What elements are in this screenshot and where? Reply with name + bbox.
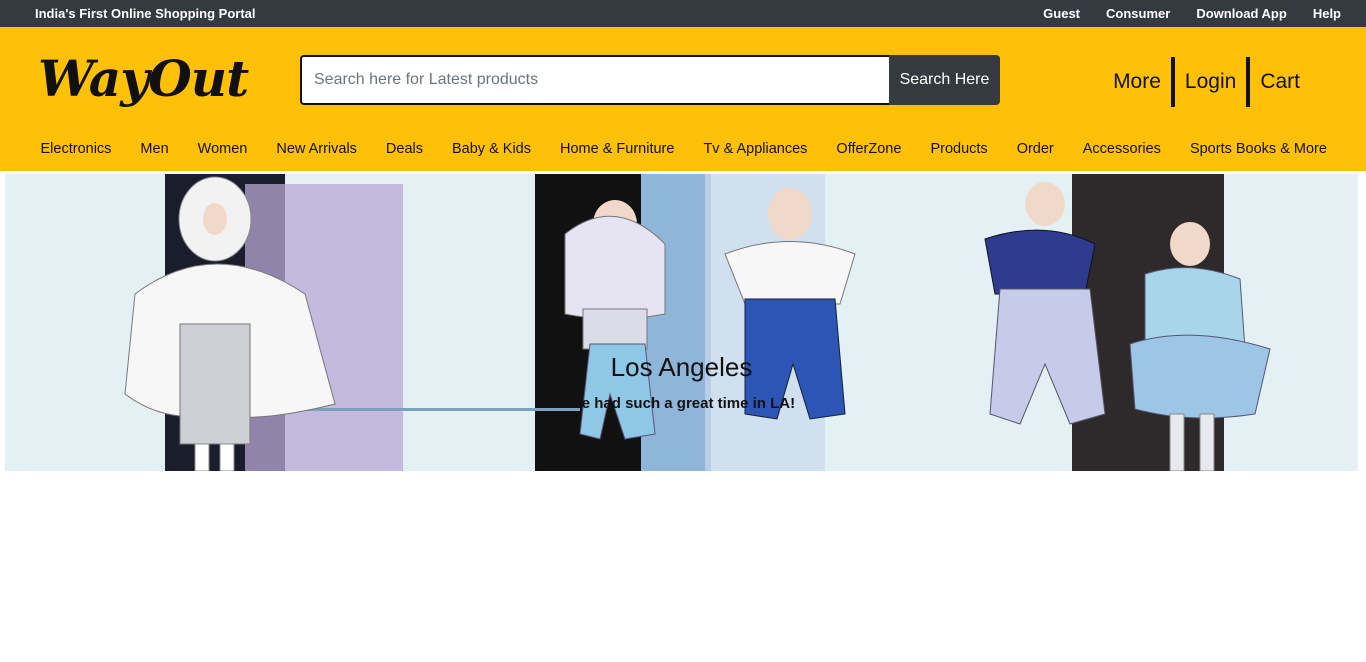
category-nav: Electronics Men Women New Arrivals Deals… <box>26 141 1341 157</box>
fashion-illustration <box>5 174 1358 471</box>
download-app-link[interactable]: Download App <box>1196 6 1287 21</box>
login-link[interactable]: Login <box>1175 70 1246 94</box>
category-men[interactable]: Men <box>126 141 183 157</box>
help-link[interactable]: Help <box>1313 6 1341 21</box>
category-deals[interactable]: Deals <box>371 141 437 157</box>
more-link[interactable]: More <box>1103 70 1171 94</box>
category-sports-books-more[interactable]: Sports Books & More <box>1175 141 1341 157</box>
category-products[interactable]: Products <box>916 141 1002 157</box>
search-bar: Search Here <box>300 55 1000 105</box>
category-baby-kids[interactable]: Baby & Kids <box>438 141 546 157</box>
category-tv-appliances[interactable]: Tv & Appliances <box>689 141 822 157</box>
account-nav: More Login Cart <box>1103 57 1310 107</box>
consumer-link[interactable]: Consumer <box>1106 6 1170 21</box>
top-links: Guest Consumer Download App Help <box>1017 6 1341 21</box>
logo[interactable]: WayOut <box>38 49 249 108</box>
carousel-banner[interactable]: Los Angeles We had such a great time in … <box>5 174 1358 471</box>
category-women[interactable]: Women <box>183 141 262 157</box>
carousel-subtitle: We had such a great time in LA! <box>567 395 796 412</box>
category-home-furniture[interactable]: Home & Furniture <box>546 141 689 157</box>
search-input[interactable] <box>300 55 889 105</box>
guest-link[interactable]: Guest <box>1043 6 1080 21</box>
category-new-arrivals[interactable]: New Arrivals <box>262 141 372 157</box>
category-offerzone[interactable]: OfferZone <box>822 141 916 157</box>
category-accessories[interactable]: Accessories <box>1068 141 1175 157</box>
top-bar: India's First Online Shopping Portal Gue… <box>0 0 1366 27</box>
cart-link[interactable]: Cart <box>1250 70 1310 94</box>
tagline: India's First Online Shopping Portal <box>35 6 256 21</box>
category-electronics[interactable]: Electronics <box>26 141 126 157</box>
search-button[interactable]: Search Here <box>889 55 1000 105</box>
category-order[interactable]: Order <box>1002 141 1068 157</box>
carousel-title: Los Angeles <box>610 352 753 382</box>
header: WayOut Search Here More Login Cart Elect… <box>0 27 1366 171</box>
